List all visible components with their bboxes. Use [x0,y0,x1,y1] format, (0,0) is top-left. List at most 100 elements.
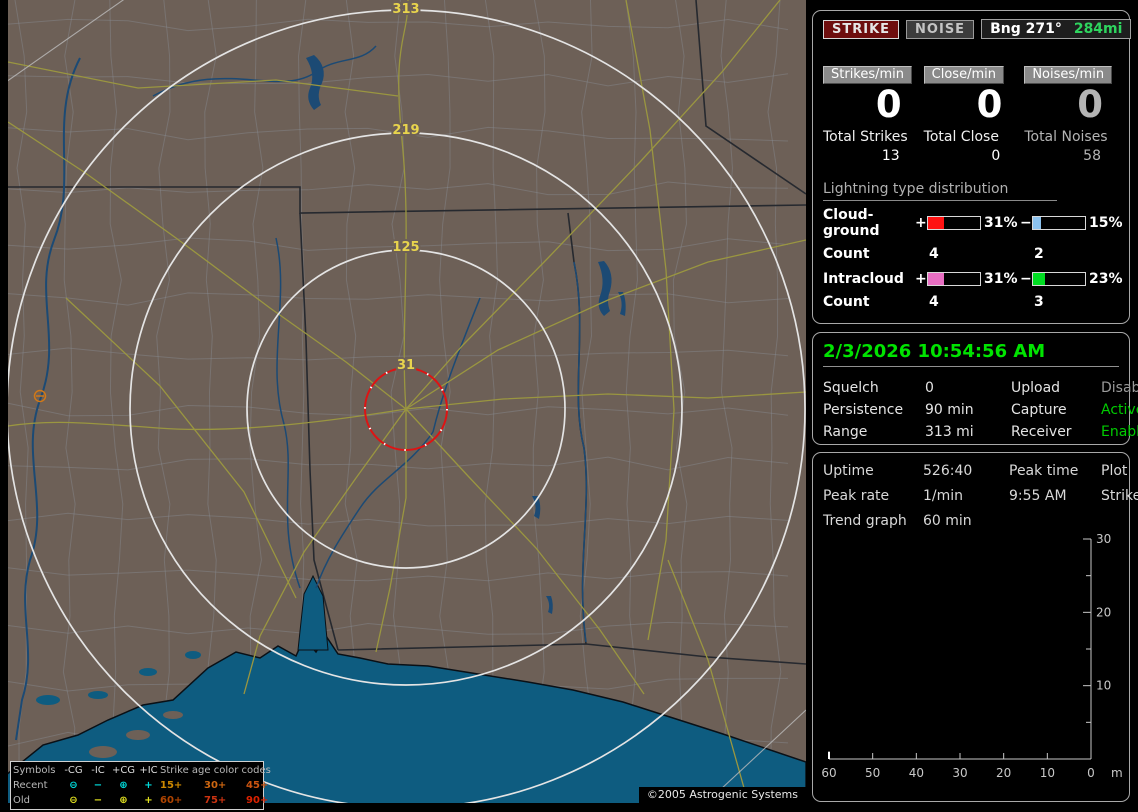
age-75: 75+ [204,795,227,806]
trend-chart: 60 50 40 30 20 10 0 min 30 20 10 [821,531,1133,799]
bearing-label: Bng 271° [990,21,1062,37]
persistence-label: Persistence [823,402,904,418]
ic-minus-bar [1032,271,1086,286]
ic-plus-pct: 31% [984,270,1018,287]
intracloud-row: Intracloud + 31% − 23% [823,270,1123,287]
cg-plus-count: 4 [929,245,939,262]
upload-value: Disabled [1101,380,1138,396]
total-close-value: 0 [991,147,1001,164]
cg-plus-bar-fill [928,216,945,229]
legend-recent-label: Recent [13,780,48,791]
bearing-badge: Bng 271° 284mi [981,19,1132,39]
status-panel: 2/3/2026 10:54:56 AM Squelch 0 Upload Di… [812,332,1138,445]
strikes-per-min-value: 0 [875,83,902,126]
total-close-label: Total Close [923,128,999,145]
ring-label-313: 313 [392,2,419,17]
symbol-legend: Symbols -CG -IC +CG +IC Strike age color… [10,761,271,810]
total-noises-label: Total Noises [1024,128,1108,145]
strike-stats-panel: STRIKE NOISE Bng 271° 284mi Strikes/min 0… [812,10,1132,324]
neg-cg-old-icon: ⊖ [69,795,78,806]
ic-minus-pct: 23% [1089,270,1123,287]
count-label: Count [823,293,870,310]
neg-cg-recent-icon: ⊖ [69,780,78,791]
bearing-distance: 284mi [1073,21,1123,37]
svg-text:30: 30 [952,766,967,780]
datetime-display: 2/3/2026 10:54:56 AM [823,341,1119,367]
ic-plus-bar-fill [928,272,945,285]
legend-col-neg-ic: -IC [91,765,105,776]
ring-label-219: 219 [392,123,419,138]
map-svg: 313 219 125 31 [8,0,806,803]
peak-rate-value: 1/min [923,488,964,504]
trend-graph-window: 60 min [923,513,972,529]
ring-label-31: 31 [397,358,415,373]
cloud-ground-label: Cloud-ground [823,206,880,239]
cg-minus-bar-fill [1033,216,1041,229]
strike-button[interactable]: STRIKE [823,19,900,39]
cg-minus-bar [1032,215,1086,230]
noises-counter: Noises/min 0 Total Noises 58 [1024,63,1119,164]
pos-cg-recent-icon: ⊕ [119,780,128,791]
noise-button[interactable]: NOISE [906,19,975,39]
receiver-label: Receiver [1011,424,1072,440]
peak-time-label: Peak time [1009,463,1079,479]
pos-ic-old-icon: + [144,795,153,806]
svg-text:min: min [1111,766,1123,780]
noises-per-min-chip[interactable]: Noises/min [1024,66,1113,84]
peak-rate-label: Peak rate [823,488,890,504]
peak-time-value: 9:55 AM [1009,488,1067,504]
plus-sign: + [915,270,927,287]
uptime-value: 526:40 [923,463,973,479]
ic-plus-bar [927,271,981,286]
trend-chart-svg: 60 50 40 30 20 10 0 min 30 20 10 [821,532,1133,780]
age-90: 90+ [246,795,269,806]
svg-text:30: 30 [1096,532,1111,546]
total-strikes-value: 13 [881,147,900,164]
svg-text:60: 60 [821,766,836,780]
copyright-notice: ©2005 Astrogenic Systems [638,787,806,803]
neg-ic-recent-icon: − [93,780,103,791]
svg-text:20: 20 [996,766,1011,780]
info-grid: Uptime 526:40 Peak time Plot Peak rate 1… [823,463,1138,504]
total-noises-value: 58 [1083,147,1101,164]
strikes-counter: Strikes/min 0 Total Strikes 13 [823,63,918,164]
minus-sign: − [1020,214,1032,231]
ring-label-125: 125 [392,240,419,255]
age-60: 60+ [160,795,183,806]
upload-label: Upload [1011,380,1061,396]
capture-label: Capture [1011,402,1067,418]
intracloud-label: Intracloud [823,270,904,287]
squelch-value: 0 [925,380,934,396]
cloud-ground-row: Cloud-ground + 31% − 15% [823,206,1123,239]
cg-minus-pct: 15% [1089,214,1123,231]
close-per-min-value: 0 [976,83,1003,126]
strikes-per-min-chip[interactable]: Strikes/min [823,66,913,84]
plot-value: Strike [1101,488,1138,504]
capture-value: Active [1101,402,1138,418]
noises-per-min-value: 0 [1077,83,1103,126]
legend-symbols-header: Symbols [13,765,56,776]
count-label: Count [823,245,870,262]
svg-text:40: 40 [909,766,924,780]
counters-row: Strikes/min 0 Total Strikes 13 Close/min… [823,63,1119,164]
uptime-label: Uptime [823,463,874,479]
map-canvas[interactable]: 313 219 125 31 Symbols -CG -IC +CG +IC S… [8,0,806,810]
trend-graph-row: Trend graph 60 min [823,513,1119,529]
range-label: Range [823,424,868,440]
age-15: 15+ [160,780,183,791]
age-30: 30+ [204,780,227,791]
age-45: 45+ [246,780,269,791]
legend-col-pos-cg: +CG [111,765,136,776]
legend-col-neg-cg: -CG [64,765,83,776]
trend-graph-label: Trend graph [823,513,907,529]
minus-sign: − [1020,270,1032,287]
ic-minus-count: 3 [1034,293,1044,310]
mode-button-row: STRIKE NOISE Bng 271° 284mi [823,19,1132,39]
ic-minus-bar-fill [1033,272,1045,285]
plus-sign: + [915,214,927,231]
cg-plus-pct: 31% [984,214,1018,231]
receiver-value: Enabled [1101,424,1138,440]
persistence-value: 90 min [925,402,974,418]
close-counter: Close/min 0 Total Close 0 [923,63,1019,164]
close-per-min-chip[interactable]: Close/min [923,66,1004,84]
